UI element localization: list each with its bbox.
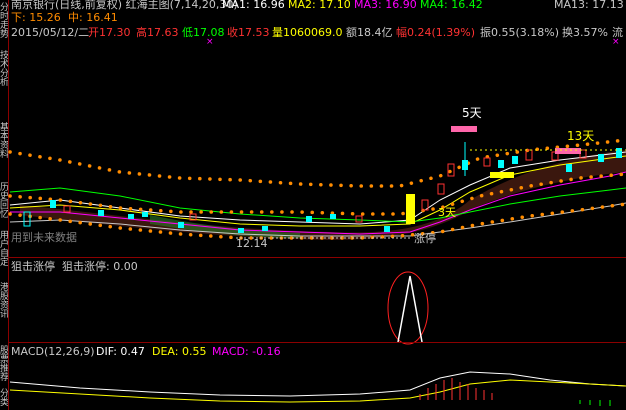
signal-bar: [490, 172, 514, 178]
thirteen-day-marker: [555, 148, 581, 154]
candle: [512, 156, 518, 164]
candle: [498, 160, 504, 168]
dea-line: [9, 379, 626, 403]
candle: [566, 164, 572, 172]
candle: [437, 183, 445, 195]
candle: [178, 222, 184, 228]
indicator1-value: 狙击涨停: 0.00: [62, 260, 138, 273]
x-marker: ×: [612, 37, 620, 47]
candle: [128, 214, 134, 219]
limit-up-candle: [406, 194, 415, 224]
five-day-label: 5天: [462, 106, 482, 120]
candle: [355, 215, 363, 223]
zhangting-label: 涨停: [414, 232, 436, 245]
candle: [142, 212, 148, 217]
candle: [447, 163, 455, 177]
signal-spike: [397, 275, 423, 343]
indicator1-title: 狙击涨停: [11, 260, 55, 273]
candle: [50, 200, 56, 208]
x-marker: ×: [206, 37, 214, 47]
candle: [306, 216, 312, 222]
macd-dif: DIF: 0.47: [96, 345, 145, 358]
candle: [598, 154, 604, 162]
macd-title: MACD(12,26,9): [11, 345, 95, 358]
candle: [98, 210, 104, 216]
candle: [262, 226, 268, 231]
macd-dea: DEA: 0.55: [152, 345, 207, 358]
macd-histogram-negative: [579, 400, 611, 406]
candle: [238, 228, 244, 233]
low-price-label: 12.14: [236, 237, 268, 250]
signal-ellipse: [387, 271, 429, 345]
dif-line: [9, 371, 626, 397]
three-day-label: 3天: [438, 206, 456, 219]
panel-divider: [9, 342, 626, 343]
candle: [330, 214, 336, 219]
macd-value: MACD: -0.16: [212, 345, 281, 358]
candle: [483, 157, 491, 167]
thirteen-day-label: 13天: [567, 129, 595, 143]
five-day-marker: [451, 126, 477, 132]
candle: [384, 226, 390, 232]
panel-divider: [9, 257, 626, 258]
future-data-label: 用到未来数据: [11, 231, 77, 244]
